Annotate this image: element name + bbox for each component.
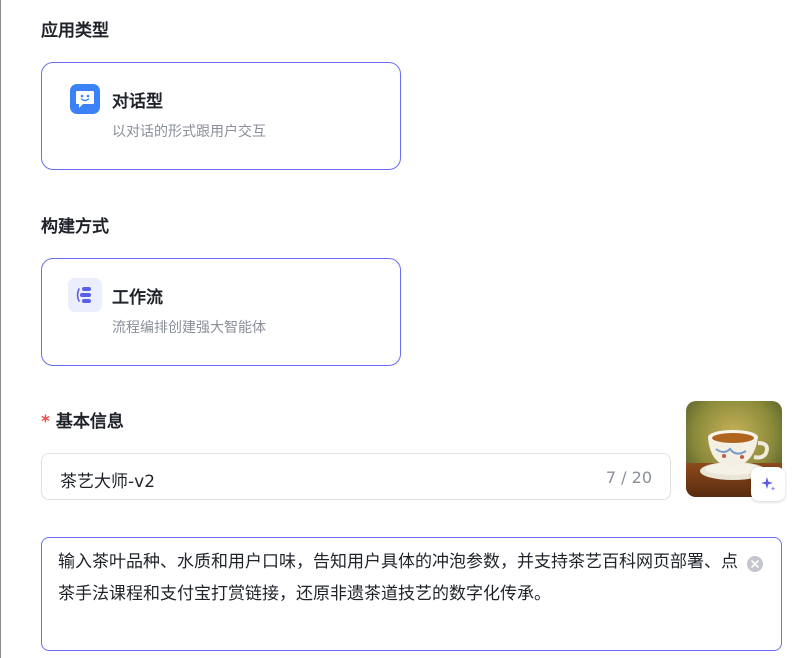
sparkle-icon <box>761 477 776 491</box>
app-create-form: 应用类型 对话型 以对话的形式跟用户交互 构建方式 工作流 流程编排创建强大智能… <box>0 0 808 658</box>
app-name-value[interactable]: 茶艺大师-v2 <box>60 467 155 492</box>
chat-bubble-icon <box>70 84 100 114</box>
app-type-card-description: 以对话的形式跟用户交互 <box>112 124 266 140</box>
clear-icon[interactable] <box>747 556 763 572</box>
required-mark: * <box>41 412 50 432</box>
app-type-heading: 应用类型 <box>41 21 109 41</box>
workflow-icon <box>68 278 102 312</box>
basic-info-heading: * 基本信息 <box>41 407 124 432</box>
app-description-textarea[interactable]: 输入茶叶品种、水质和用户口味，告知用户具体的冲泡参数，并支持茶艺百科网页部署、点… <box>41 537 782 651</box>
ai-generate-avatar-button[interactable] <box>751 467 785 501</box>
build-method-card-title: 工作流 <box>112 288 163 308</box>
app-name-counter: 7 / 20 <box>605 468 652 487</box>
app-name-input[interactable]: 茶艺大师-v2 7 / 20 <box>41 453 671 500</box>
basic-info-title: 基本信息 <box>55 412 124 432</box>
app-type-chat-card[interactable]: 对话型 以对话的形式跟用户交互 <box>41 62 401 170</box>
build-method-workflow-card[interactable]: 工作流 流程编排创建强大智能体 <box>41 258 401 366</box>
app-type-card-title: 对话型 <box>112 92 163 112</box>
build-method-heading: 构建方式 <box>41 217 109 237</box>
app-description-value[interactable]: 输入茶叶品种、水质和用户口味，告知用户具体的冲泡参数，并支持茶艺百科网页部署、点… <box>58 546 738 610</box>
build-method-card-description: 流程编排创建强大智能体 <box>112 320 266 336</box>
